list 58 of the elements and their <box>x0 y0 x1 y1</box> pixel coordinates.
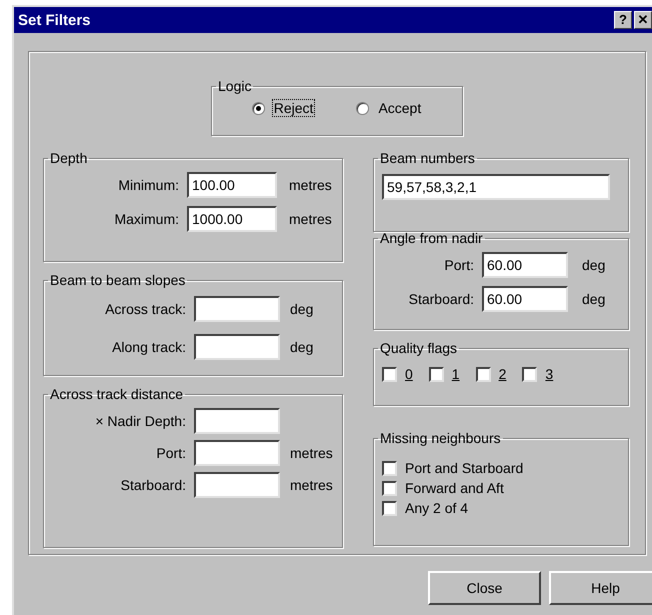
radio-button[interactable] <box>252 102 265 114</box>
checkbox[interactable] <box>522 366 538 382</box>
group-title: Beam numbers <box>379 150 476 166</box>
field-label: Minimum: <box>117 177 180 193</box>
checkbox[interactable] <box>382 500 397 516</box>
group-title: Depth <box>49 150 88 166</box>
unit-label: deg <box>290 301 314 317</box>
close-button[interactable]: Close <box>428 571 541 605</box>
checkbox-label: 1 <box>452 366 460 382</box>
input-field[interactable] <box>194 440 280 466</box>
field-label: Along track: <box>111 339 187 355</box>
help-button[interactable]: ? <box>614 11 632 29</box>
group-title: Beam to beam slopes <box>49 272 186 288</box>
unit-label: deg <box>290 339 314 355</box>
input-field[interactable]: 60.00 <box>482 286 568 312</box>
input-field[interactable] <box>194 296 280 322</box>
unit-label: metres <box>290 477 333 493</box>
input-field[interactable] <box>194 472 280 498</box>
checkbox-label: Any 2 of 4 <box>405 500 468 516</box>
group-title: Missing neighbours <box>379 430 502 446</box>
radio-button[interactable] <box>356 102 370 114</box>
field-label: Across track: <box>104 301 187 317</box>
unit-label: deg <box>582 291 606 307</box>
group-title: Logic <box>217 78 252 94</box>
help-button[interactable]: Help <box>549 571 652 605</box>
radio-label[interactable]: Accept <box>377 100 422 116</box>
unit-label: metres <box>290 445 333 461</box>
input-field[interactable]: 60.00 <box>482 252 568 278</box>
checkbox[interactable] <box>382 366 397 382</box>
field-label: Port: <box>155 445 187 461</box>
radio-label[interactable]: Reject <box>272 100 314 116</box>
group-title: Across track distance <box>49 386 184 402</box>
input-field[interactable] <box>194 408 280 434</box>
input-field[interactable] <box>194 334 280 360</box>
unit-label: metres <box>289 211 332 227</box>
input-field[interactable]: 1000.00 <box>187 206 277 232</box>
unit-label: deg <box>582 257 606 273</box>
unit-label: metres <box>289 177 332 193</box>
input-field[interactable]: 100.00 <box>187 172 277 198</box>
window-title: Set Filters <box>18 12 91 28</box>
close-button[interactable]: ✕ <box>634 11 652 29</box>
checkbox-label: Forward and Aft <box>405 480 504 496</box>
checkbox-label: Port and Starboard <box>405 460 524 476</box>
checkbox-label: 0 <box>405 366 413 382</box>
group-title: Angle from nadir <box>379 230 484 246</box>
field-label: Starboard: <box>120 477 187 493</box>
input-field[interactable]: 59,57,58,3,2,1 <box>382 174 610 200</box>
field-label: Maximum: <box>113 211 180 227</box>
checkbox[interactable] <box>382 460 397 476</box>
checkbox[interactable] <box>476 366 491 382</box>
field-label: Port: <box>443 257 475 273</box>
checkbox[interactable] <box>382 480 397 496</box>
field-label: × Nadir Depth: <box>94 413 187 429</box>
checkbox-label: 2 <box>498 366 506 382</box>
field-label: Starboard: <box>408 291 475 307</box>
checkbox-label: 3 <box>545 366 554 382</box>
group-title: Quality flags <box>379 340 458 356</box>
checkbox[interactable] <box>428 366 444 382</box>
